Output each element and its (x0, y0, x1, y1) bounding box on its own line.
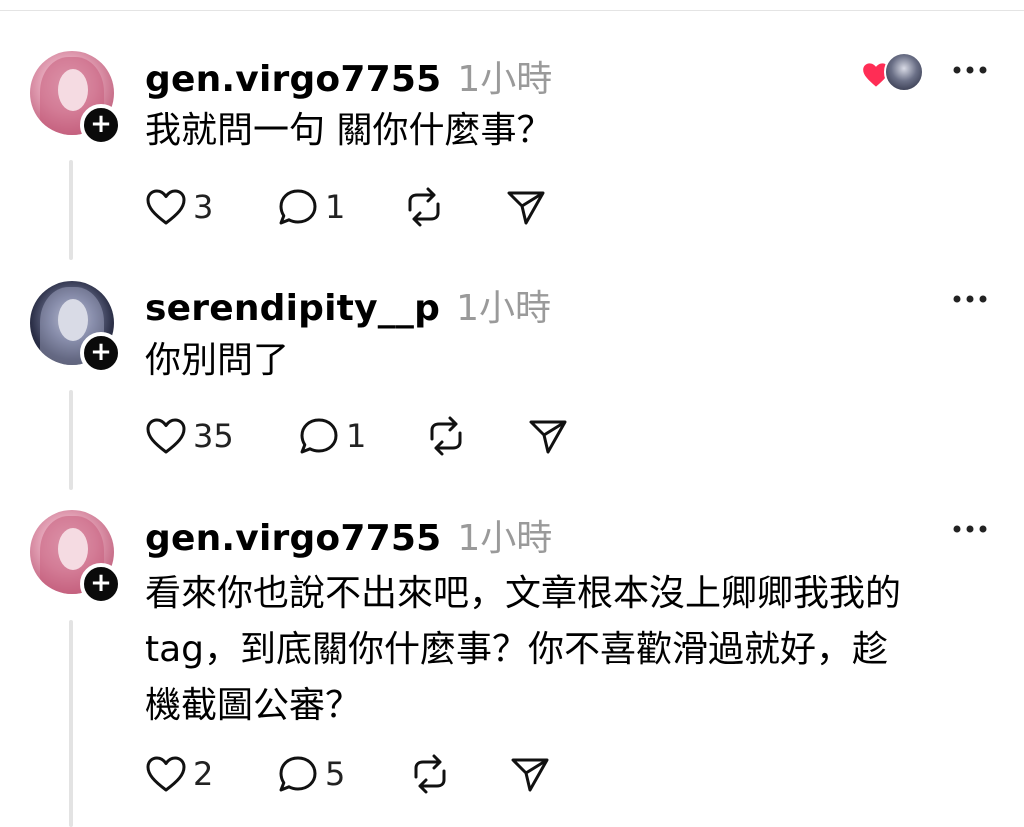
like-button[interactable]: 2 (145, 749, 213, 799)
repost-arrows-icon (408, 187, 440, 227)
repost-arrows-icon (430, 416, 462, 456)
share-button[interactable] (505, 182, 547, 232)
reply-button[interactable]: 1 (298, 411, 366, 461)
timestamp: 1小時 (457, 59, 553, 100)
heart-outline-icon (146, 189, 186, 225)
like-count: 35 (193, 417, 234, 455)
post-header: gen.virgo7755 1小時 (145, 50, 552, 102)
thread-line (69, 620, 73, 827)
top-divider (0, 10, 1024, 11)
more-dots-icon[interactable] (952, 294, 988, 304)
share-button[interactable] (527, 411, 569, 461)
reply-button[interactable]: 1 (277, 182, 345, 232)
reply-count: 1 (325, 188, 346, 226)
username[interactable]: gen.virgo7755 (145, 518, 441, 559)
thread-line (69, 390, 73, 490)
speech-bubble-icon (300, 418, 338, 454)
repost-button[interactable] (423, 411, 469, 461)
post-text-line-3: 機截圖公審？ (145, 685, 362, 726)
more-dots-icon[interactable] (952, 65, 988, 75)
like-button[interactable]: 35 (145, 411, 234, 461)
heart-outline-icon (146, 418, 186, 454)
speech-bubble-icon (279, 756, 317, 792)
username[interactable]: serendipity__p (145, 288, 440, 329)
post-text: 我就問一句 關你什麼事？ (145, 110, 553, 151)
liked-by-avatar (884, 52, 924, 92)
send-paper-plane-icon (511, 758, 549, 792)
avatar-face-shape (58, 69, 88, 111)
plus-icon: + (90, 568, 112, 598)
follow-button[interactable]: + (80, 104, 122, 146)
plus-icon: + (90, 109, 112, 139)
repost-button[interactable] (401, 182, 447, 232)
timestamp: 1小時 (456, 288, 552, 329)
send-paper-plane-icon (529, 420, 567, 454)
follow-button[interactable]: + (80, 563, 122, 605)
post-header: serendipity__p 1小時 (145, 279, 551, 331)
post-text: 你別問了 (145, 340, 290, 381)
post-text: 看來你也說不出來吧，文章根本沒上卿卿我我的 tag，到底關你什麼事？你不喜歡滑過… (145, 566, 1005, 734)
repost-button[interactable] (407, 749, 453, 799)
avatar-face-shape (58, 299, 88, 341)
like-count: 2 (193, 755, 214, 793)
reply-count: 1 (346, 417, 367, 455)
more-dots-icon[interactable] (952, 524, 988, 534)
avatar-face-shape (58, 528, 88, 570)
like-button[interactable]: 3 (145, 182, 213, 232)
repost-arrows-icon (414, 754, 446, 794)
speech-bubble-icon (279, 189, 317, 225)
post-text-line-1: 看來你也說不出來吧，文章根本沒上卿卿我我的 (145, 573, 902, 614)
post-header: gen.virgo7755 1小時 (145, 509, 552, 561)
send-paper-plane-icon (507, 191, 545, 225)
like-count: 3 (193, 188, 214, 226)
share-button[interactable] (509, 749, 551, 799)
username[interactable]: gen.virgo7755 (145, 59, 441, 100)
timestamp: 1小時 (457, 518, 553, 559)
follow-button[interactable]: + (80, 332, 122, 374)
plus-icon: + (90, 337, 112, 367)
heart-outline-icon (146, 756, 186, 792)
reply-button[interactable]: 5 (277, 749, 345, 799)
reply-count: 5 (325, 755, 346, 793)
post-text-line-2: tag，到底關你什麼事？你不喜歡滑過就好，趁 (145, 629, 889, 670)
thread-line (69, 160, 73, 260)
liked-by-author-indicator[interactable] (862, 52, 924, 92)
